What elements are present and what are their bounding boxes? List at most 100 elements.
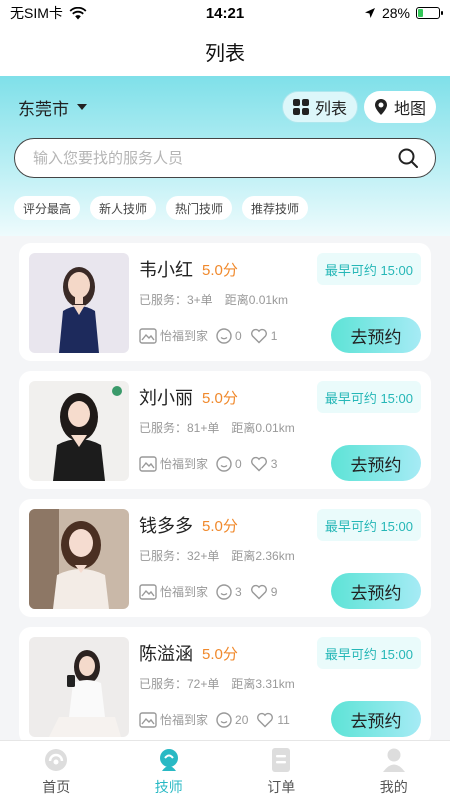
shop-name: 怡福到家 — [160, 457, 209, 471]
technician-photo — [29, 509, 129, 609]
tab-technician-label: 技师 — [154, 779, 183, 795]
map-pin-icon — [374, 99, 387, 115]
technician-rating: 5.0分 — [202, 262, 238, 279]
book-button[interactable]: 去预约 — [331, 317, 421, 353]
served-count: 已服务：81+单 — [139, 421, 220, 435]
filter-chip-top-rated[interactable]: 评分最高 — [14, 196, 81, 220]
served-count: 已服务：32+单 — [139, 549, 220, 563]
search-bar — [14, 138, 436, 178]
like-count: 1 — [270, 328, 278, 343]
availability-badge: 最早可约 15:00 — [316, 509, 421, 541]
filter-chip-popular[interactable]: 热门技师 — [166, 196, 233, 220]
like-stat: 3 — [250, 456, 278, 472]
book-button[interactable]: 去预约 — [331, 445, 421, 481]
tab-home-label: 首页 — [42, 779, 71, 795]
list-view-button[interactable]: 列表 — [281, 91, 358, 123]
like-stat: 11 — [256, 712, 290, 728]
city-selector[interactable]: 东莞市 — [18, 95, 87, 120]
map-view-button[interactable]: 地图 — [363, 91, 436, 123]
technician-rating: 5.0分 — [202, 390, 238, 407]
shop-stat: 怡福到家 — [139, 711, 208, 728]
comment-stat: 20 — [216, 711, 249, 728]
battery-fill — [418, 9, 424, 17]
shop-icon — [139, 711, 157, 728]
search-icon[interactable] — [397, 147, 419, 169]
filter-chip-recommended[interactable]: 推荐技师 — [242, 196, 309, 220]
technician-name: 刘小丽 — [139, 388, 193, 408]
technician-meta: 已服务：3+单 距离0.01km — [139, 291, 288, 308]
tab-orders-label: 订单 — [267, 779, 296, 795]
like-count: 11 — [277, 712, 290, 727]
book-button[interactable]: 去预约 — [331, 573, 421, 609]
map-view-label: 地图 — [393, 101, 426, 118]
technician-stats: 怡福到家 20 11 — [139, 711, 290, 728]
list-view-label: 列表 — [314, 101, 347, 118]
location-arrow-icon — [364, 8, 375, 18]
filter-chips: 评分最高 新人技师 热门技师 推荐技师 — [14, 196, 309, 220]
shop-name: 怡福到家 — [160, 329, 209, 343]
filter-chip-new[interactable]: 新人技师 — [90, 196, 157, 220]
header-row: 东莞市 列表 地图 — [18, 90, 436, 124]
like-count: 3 — [270, 456, 278, 471]
tab-technician[interactable]: 技师 — [113, 741, 226, 800]
carrier-text: 无SIM卡 — [10, 5, 63, 21]
distance: 距离0.01km — [231, 421, 295, 435]
page-title: 列表 — [205, 42, 245, 65]
shop-stat: 怡福到家 — [139, 327, 208, 344]
served-count: 已服务：72+单 — [139, 677, 220, 691]
technician-name: 韦小红 — [139, 260, 193, 280]
battery-icon — [416, 7, 443, 19]
comment-icon — [216, 583, 232, 600]
technician-name: 钱多多 — [139, 516, 193, 536]
like-count: 9 — [270, 584, 278, 599]
profile-icon — [382, 748, 405, 772]
search-input[interactable] — [33, 149, 397, 167]
shop-stat: 怡福到家 — [139, 455, 208, 472]
technician-icon — [159, 749, 178, 771]
comment-count: 0 — [235, 456, 242, 471]
distance: 距离3.31km — [231, 677, 295, 691]
heart-icon — [250, 328, 267, 343]
technician-meta: 已服务：32+单 距离2.36km — [139, 547, 295, 564]
technician-card[interactable]: 钱多多 5.0分 最早可约 15:00 已服务：32+单 距离2.36km 怡福… — [19, 499, 431, 617]
technician-card[interactable]: 刘小丽 5.0分 最早可约 15:00 已服务：81+单 距离0.01km 怡福… — [19, 371, 431, 489]
view-toggle: 列表 地图 — [281, 91, 436, 123]
tab-orders[interactable]: 订单 — [225, 741, 338, 800]
battery-text: 28% — [381, 5, 410, 21]
technician-photo — [29, 253, 129, 353]
status-right: 28% — [290, 5, 443, 21]
book-button[interactable]: 去预约 — [331, 701, 421, 737]
home-icon — [45, 749, 68, 771]
comment-count: 20 — [235, 712, 249, 727]
caret-down-icon — [77, 104, 87, 110]
distance: 距离0.01km — [224, 293, 289, 307]
availability-badge: 最早可约 15:00 — [316, 637, 421, 669]
technician-rating: 5.0分 — [202, 518, 238, 535]
comment-icon — [216, 455, 232, 472]
like-stat: 1 — [250, 328, 278, 344]
tab-profile-label: 我的 — [379, 779, 408, 795]
shop-stat: 怡福到家 — [139, 583, 208, 600]
status-bar: 无SIM卡 14:21 28% — [0, 0, 450, 26]
order-icon — [272, 748, 291, 772]
comment-count: 3 — [235, 584, 242, 599]
heart-icon — [250, 456, 267, 471]
technician-stats: 怡福到家 0 1 — [139, 327, 277, 344]
header-zone: 东莞市 列表 地图 评分最高 新人技师 热门技师 推 — [0, 76, 450, 236]
technician-card[interactable]: 韦小红 5.0分 最早可约 15:00 已服务：3+单 距离0.01km 怡福到… — [19, 243, 431, 361]
heart-icon — [257, 712, 274, 727]
tab-home[interactable]: 首页 — [0, 741, 113, 800]
tab-bar: 首页 技师 订单 我的 — [0, 740, 450, 800]
comment-stat: 0 — [216, 455, 242, 472]
technician-meta: 已服务：72+单 距离3.31km — [139, 675, 295, 692]
distance: 距离2.36km — [231, 549, 295, 563]
grid-icon — [292, 99, 309, 115]
availability-badge: 最早可约 15:00 — [316, 381, 421, 413]
technician-card[interactable]: 陈溢涵 5.0分 最早可约 15:00 已服务：72+单 距离3.31km 怡福… — [19, 627, 431, 745]
technician-list: 韦小红 5.0分 最早可约 15:00 已服务：3+单 距离0.01km 怡福到… — [19, 243, 431, 755]
tab-profile[interactable]: 我的 — [338, 741, 450, 800]
comment-stat: 3 — [216, 583, 242, 600]
shop-name: 怡福到家 — [160, 713, 209, 727]
technician-photo — [29, 637, 129, 737]
comment-stat: 0 — [216, 327, 242, 344]
